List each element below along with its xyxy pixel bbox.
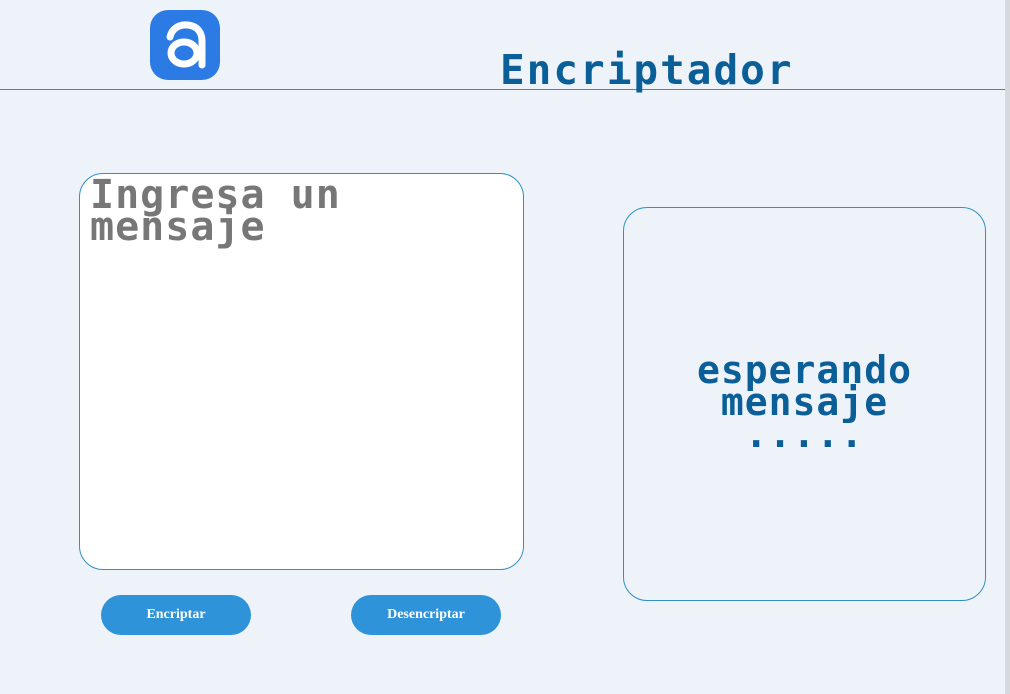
page-title: Encriptador xyxy=(500,46,794,95)
scrollbar-edge xyxy=(1005,0,1010,694)
logo-a-icon xyxy=(150,10,220,80)
decrypt-button[interactable]: Desencriptar xyxy=(351,595,501,635)
page-header: Encriptador xyxy=(0,0,1005,94)
message-input-box[interactable] xyxy=(79,173,524,570)
waiting-message: esperando mensaje ..... xyxy=(697,348,912,456)
message-input[interactable] xyxy=(80,174,523,569)
output-box: esperando mensaje ..... xyxy=(623,207,986,601)
encrypt-button[interactable]: Encriptar xyxy=(101,595,251,635)
